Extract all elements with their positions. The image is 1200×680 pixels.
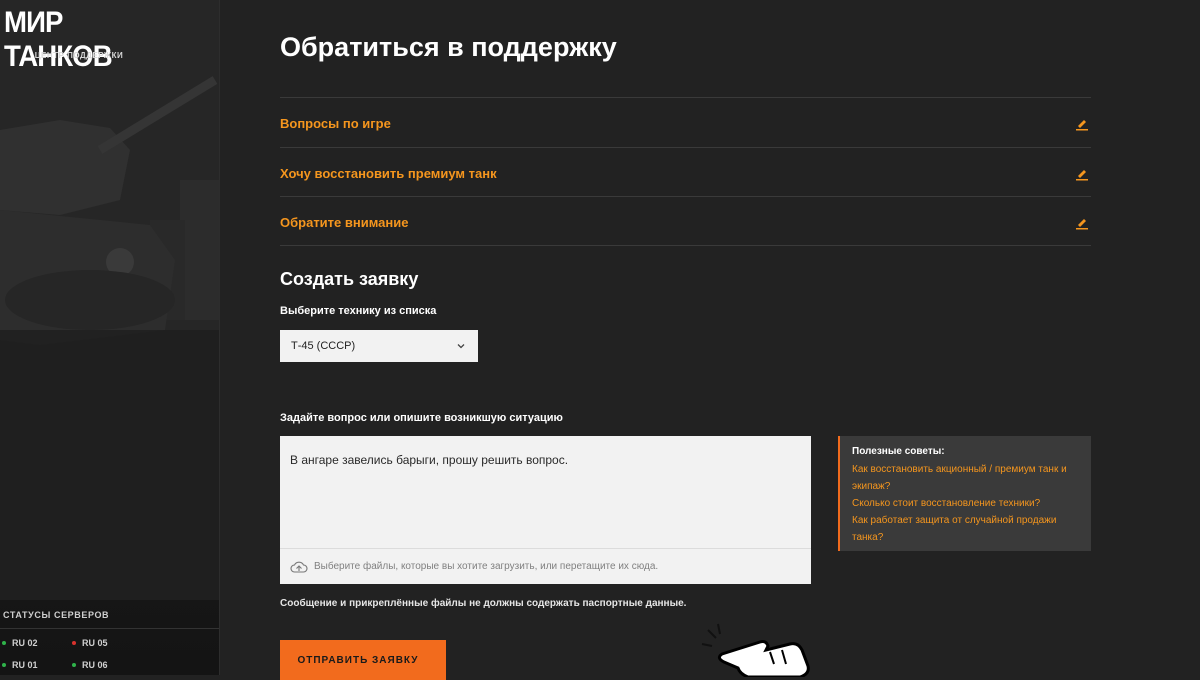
accordion-item-attention[interactable]: Обратите внимание: [280, 196, 1091, 246]
question-textarea[interactable]: В ангаре завелись барыги, прошу решить в…: [280, 436, 811, 584]
server-status-item: RU 01: [2, 660, 38, 670]
tip-link-sale-protection[interactable]: Как работает защита от случайной продажи…: [852, 512, 1079, 546]
question-text: В ангаре завелись барыги, прошу решить в…: [290, 453, 569, 467]
server-label: RU 06: [82, 660, 108, 670]
privacy-note: Сообщение и прикреплённые файлы не должн…: [280, 598, 687, 609]
status-dot-icon: [72, 641, 76, 645]
tip-link-restore-cost[interactable]: Сколько стоит восстановление техники?: [852, 495, 1079, 512]
vehicle-select-value: Т-45 (СССР): [291, 340, 356, 352]
pencil-icon[interactable]: [1075, 216, 1089, 230]
logo-subtitle: ЦЕНТР ПОДДЕРЖКИ: [34, 51, 124, 60]
tank-background-image: [0, 0, 219, 600]
submit-label: ОТПРАВИТЬ ЗАЯВКУ: [297, 654, 419, 666]
accordion-label: Обратите внимание: [280, 215, 409, 230]
server-label: RU 01: [12, 660, 38, 670]
accordion-label: Вопросы по игре: [280, 116, 391, 131]
accordion-label: Хочу восстановить премиум танк: [280, 166, 497, 181]
vehicle-select-label: Выберите технику из списка: [280, 305, 437, 317]
logo[interactable]: МИР ТАНКОВ: [4, 6, 144, 74]
pencil-icon[interactable]: [1075, 167, 1089, 181]
useful-tips-panel: Полезные советы: Как восстановить акцион…: [838, 436, 1091, 551]
server-status-title: СТАТУСЫ СЕРВЕРОВ: [3, 610, 110, 620]
server-label: RU 02: [12, 638, 38, 648]
page-title: Обратиться в поддержку: [280, 32, 617, 62]
server-label: RU 05: [82, 638, 108, 648]
server-status-item: RU 02: [2, 638, 38, 648]
divider: [0, 628, 219, 629]
file-upload-dropzone[interactable]: Выберите файлы, которые вы хотите загруз…: [280, 548, 811, 584]
cloud-upload-icon: [290, 561, 308, 573]
vehicle-select[interactable]: Т-45 (СССР): [280, 330, 478, 362]
server-status-item: RU 05: [72, 638, 108, 648]
status-dot-icon: [72, 663, 76, 667]
question-label: Задайте вопрос или опишите возникшую сит…: [280, 412, 563, 424]
tip-link-restore-premium[interactable]: Как восстановить акционный / премиум тан…: [852, 461, 1079, 495]
accordion-item-game-questions[interactable]: Вопросы по игре: [280, 97, 1091, 147]
hand-cursor-icon: [701, 623, 810, 677]
accordion-item-restore-premium[interactable]: Хочу восстановить премиум танк: [280, 147, 1091, 197]
create-request-title: Создать заявку: [280, 269, 419, 289]
upload-text: Выберите файлы, которые вы хотите загруз…: [314, 561, 659, 572]
chevron-down-icon: [457, 344, 465, 349]
status-dot-icon: [2, 663, 6, 667]
tips-title: Полезные советы:: [852, 446, 945, 457]
status-dot-icon: [2, 641, 6, 645]
submit-request-button[interactable]: ОТПРАВИТЬ ЗАЯВКУ: [280, 640, 446, 680]
server-status-item: RU 06: [72, 660, 108, 670]
pencil-icon[interactable]: [1075, 117, 1089, 131]
sidebar: МИР ТАНКОВ ЦЕНТР ПОДДЕРЖКИ СТАТУСЫ СЕРВЕ…: [0, 0, 220, 675]
